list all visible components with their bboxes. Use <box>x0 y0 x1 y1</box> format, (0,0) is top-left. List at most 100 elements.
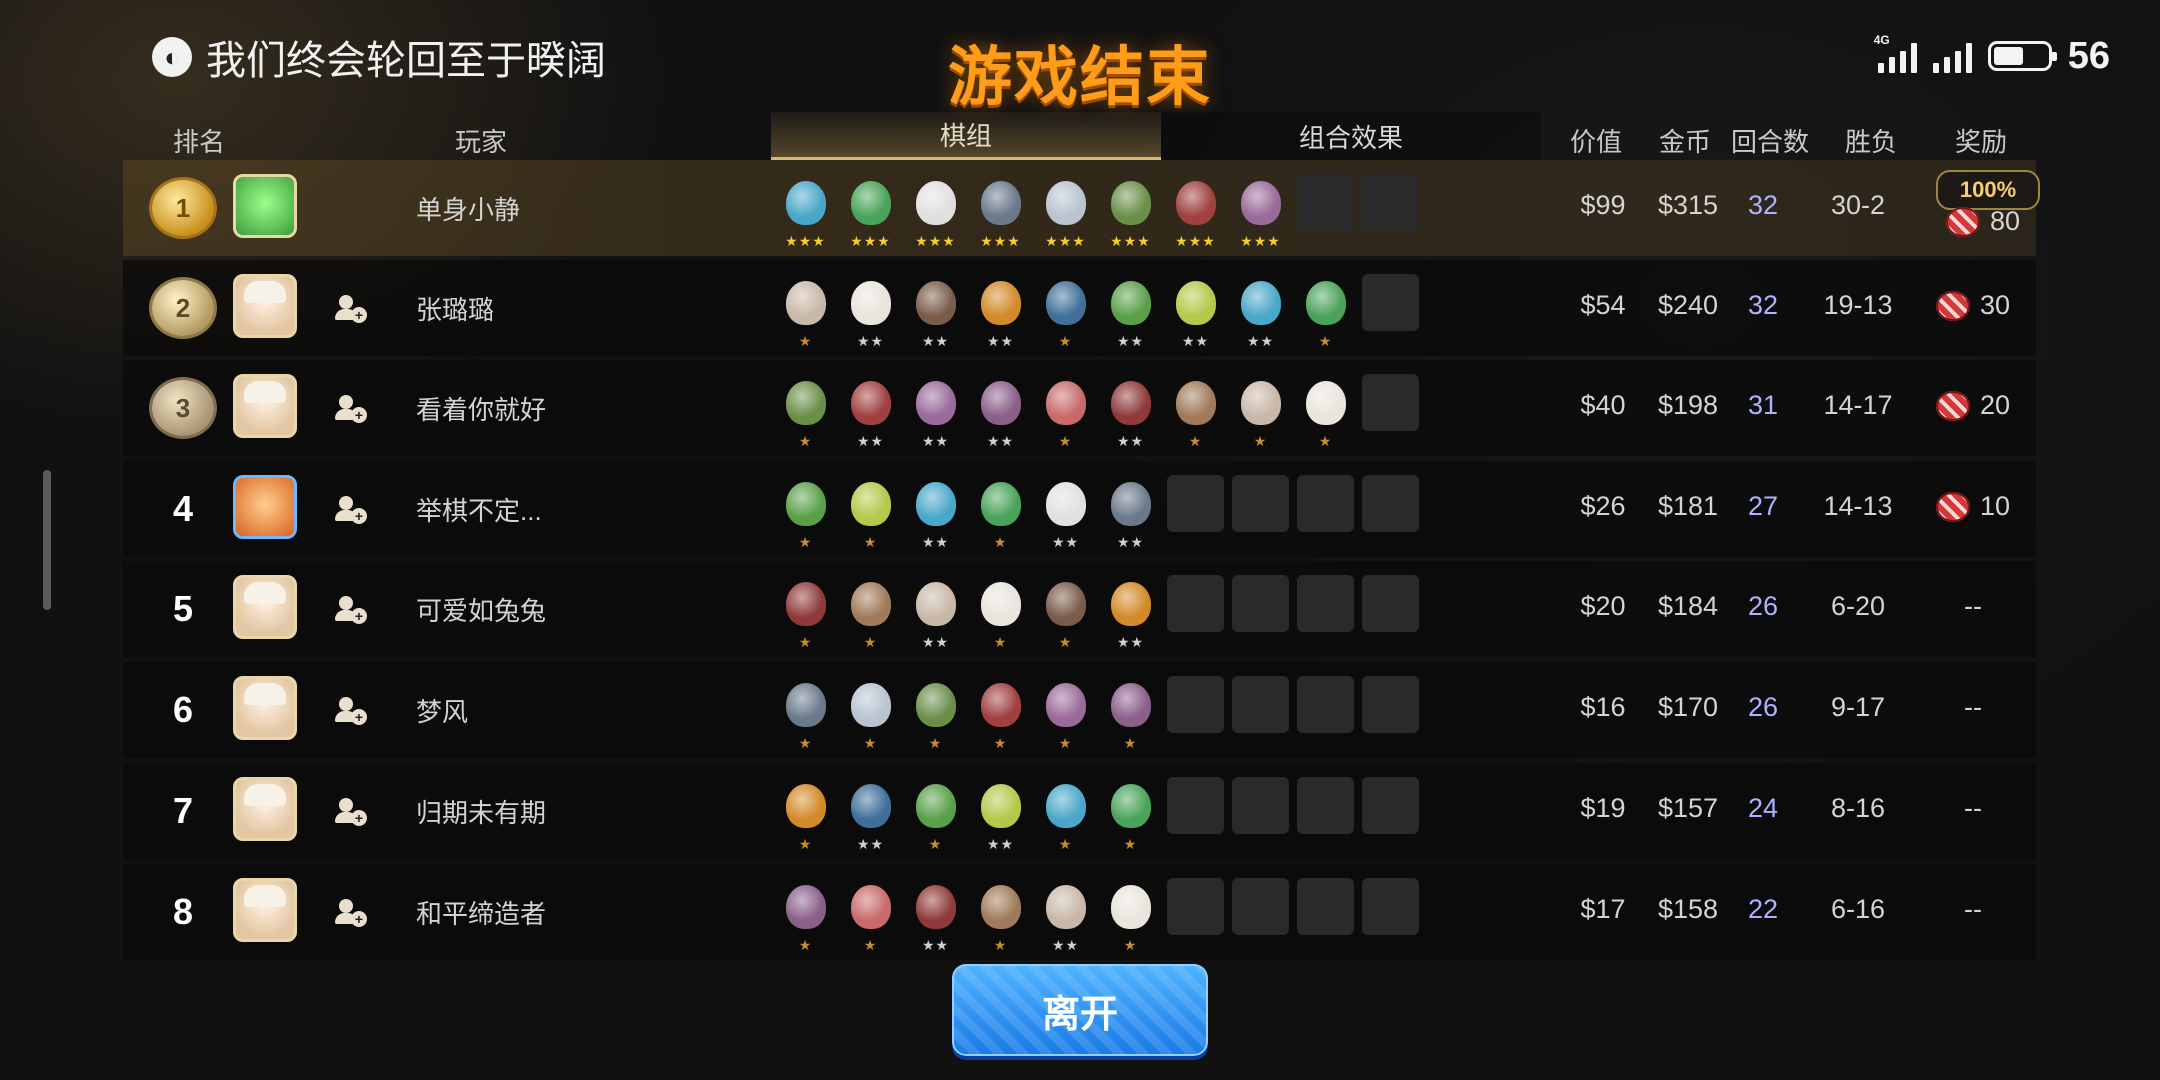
reward-value: -- <box>1964 692 1982 722</box>
chess-piece-icon[interactable]: ★★ <box>1167 274 1224 352</box>
chess-piece-icon[interactable]: ★ <box>777 274 834 352</box>
chess-piece-icon[interactable]: ★ <box>1037 374 1094 452</box>
mobile-signal-icon: 4G <box>1874 33 1917 73</box>
table-row[interactable]: 5 + 可爱如兔兔 ★ ★ ★★ ★ ★ ★★ $20 $184 26 6-20 -- <box>123 561 2036 657</box>
chess-piece-icon[interactable]: ★ <box>907 777 964 855</box>
reward-value: -- <box>1964 793 1982 823</box>
empty-slot <box>1232 878 1289 956</box>
star-level: ★★★ <box>850 233 891 249</box>
add-friend-icon[interactable]: + <box>335 493 367 524</box>
avatar[interactable] <box>233 777 297 841</box>
chess-piece-icon[interactable]: ★ <box>1102 777 1159 855</box>
star-level: ★★ <box>1246 333 1275 349</box>
star-level: ★★ <box>856 433 885 449</box>
chess-piece-icon[interactable]: ★★ <box>1102 374 1159 452</box>
add-friend-icon[interactable]: + <box>335 292 367 323</box>
tab-board[interactable]: 棋组 <box>771 112 1161 160</box>
chess-piece-icon[interactable]: ★★ <box>1102 575 1159 653</box>
chess-piece-icon[interactable]: ★ <box>1037 575 1094 653</box>
tab-synergy[interactable]: 组合效果 <box>1161 112 1541 160</box>
chess-piece-icon[interactable]: ★ <box>972 676 1029 754</box>
chess-piece-icon[interactable]: ★★★ <box>842 174 899 252</box>
add-friend-icon[interactable]: + <box>335 896 367 927</box>
chess-piece-icon[interactable]: ★ <box>1102 676 1159 754</box>
chess-piece-icon[interactable]: ★ <box>842 878 899 956</box>
chess-piece-icon[interactable]: ★★ <box>972 274 1029 352</box>
avatar[interactable] <box>233 274 297 338</box>
chess-piece-icon[interactable]: ★★★ <box>1167 174 1224 252</box>
table-row[interactable]: 3 + 看着你就好 ★ ★★ ★★ ★★ ★ ★★ ★ ★ ★ $40 $198 31 14-1… <box>123 360 2036 456</box>
chess-piece-icon[interactable]: ★★ <box>907 374 964 452</box>
chess-piece-icon[interactable]: ★★ <box>1102 274 1159 352</box>
chess-piece-icon[interactable]: ★★ <box>1037 475 1094 553</box>
chess-piece-icon[interactable]: ★ <box>1037 777 1094 855</box>
chess-piece-icon[interactable]: ★★★ <box>1232 174 1289 252</box>
chess-piece-icon[interactable]: ★ <box>972 475 1029 553</box>
table-row[interactable]: 7 + 归期未有期 ★ ★★ ★ ★★ ★ ★ $19 $157 24 8-16 -- <box>123 763 2036 859</box>
star-level: ★ <box>798 735 813 751</box>
win-loss-cell: 6-20 <box>1830 591 1886 621</box>
chess-piece-icon[interactable]: ★★ <box>972 777 1029 855</box>
avatar[interactable] <box>233 174 297 238</box>
side-drawer-handle[interactable] <box>43 470 51 610</box>
chess-piece-icon[interactable]: ★ <box>777 777 834 855</box>
chess-piece-icon[interactable]: ★ <box>907 676 964 754</box>
chess-piece-icon[interactable]: ★★ <box>1102 475 1159 553</box>
player-name: 梦风 <box>416 697 469 727</box>
chess-piece-icon[interactable]: ★ <box>1232 374 1289 452</box>
star-level: ★★ <box>921 333 950 349</box>
chess-piece-icon[interactable]: ★★★ <box>1102 174 1159 252</box>
chess-piece-icon[interactable]: ★★ <box>1232 274 1289 352</box>
chess-piece-icon[interactable]: ★★ <box>1037 878 1094 956</box>
table-row[interactable]: 1 单身小静 ★★★ ★★★ ★★★ ★★★ ★★★ ★★★ ★★★ ★★★ $99 $315… <box>123 160 2040 256</box>
chess-piece-icon[interactable]: ★ <box>1297 274 1354 352</box>
chess-piece-icon[interactable]: ★★★ <box>777 174 834 252</box>
chess-piece-icon[interactable]: ★ <box>777 374 834 452</box>
chess-piece-icon[interactable]: ★ <box>1167 374 1224 452</box>
avatar[interactable] <box>233 575 297 639</box>
chess-piece-icon[interactable]: ★ <box>1037 274 1094 352</box>
star-level: ★ <box>928 735 943 751</box>
chess-piece-icon[interactable]: ★★ <box>842 274 899 352</box>
chess-piece-icon[interactable]: ★★★ <box>907 174 964 252</box>
chess-piece-icon[interactable]: ★★ <box>842 374 899 452</box>
chess-piece-icon[interactable]: ★ <box>777 878 834 956</box>
avatar[interactable] <box>233 374 297 438</box>
chess-piece-icon[interactable]: ★ <box>777 475 834 553</box>
rounds-cell: 32 <box>1747 290 1779 320</box>
avatar[interactable] <box>233 475 297 539</box>
table-row[interactable]: 8 + 和平缔造者 ★ ★ ★★ ★ ★★ ★ $17 $158 22 6-16 -- <box>123 864 2036 960</box>
chess-piece-icon[interactable]: ★★ <box>972 374 1029 452</box>
chess-piece-icon[interactable]: ★ <box>777 575 834 653</box>
chess-piece-icon[interactable]: ★★ <box>907 575 964 653</box>
chess-piece-icon[interactable]: ★ <box>972 575 1029 653</box>
add-friend-icon[interactable]: + <box>335 795 367 826</box>
avatar[interactable] <box>233 676 297 740</box>
chess-piece-icon[interactable]: ★ <box>972 878 1029 956</box>
chess-piece-icon[interactable]: ★ <box>842 676 899 754</box>
add-friend-icon[interactable]: + <box>335 593 367 624</box>
chess-piece-icon[interactable]: ★ <box>842 475 899 553</box>
chess-piece-icon[interactable]: ★ <box>777 676 834 754</box>
chess-piece-icon[interactable]: ★ <box>842 575 899 653</box>
add-friend-icon[interactable]: + <box>335 694 367 725</box>
avatar[interactable] <box>233 878 297 942</box>
table-row[interactable]: 4 + 举棋不定... ★ ★ ★★ ★ ★★ ★★ $26 $181 27 14-13 … <box>123 461 2036 557</box>
chess-piece-icon[interactable]: ★ <box>1297 374 1354 452</box>
star-level: ★ <box>1058 735 1073 751</box>
chess-piece-icon[interactable]: ★★ <box>907 475 964 553</box>
chess-piece-icon[interactable]: ★★ <box>907 878 964 956</box>
chess-piece-icon[interactable]: ★ <box>1102 878 1159 956</box>
empty-slot <box>1297 475 1354 553</box>
chess-piece-icon[interactable]: ★ <box>1037 676 1094 754</box>
table-row[interactable]: 6 + 梦风 ★ ★ ★ ★ ★ ★ $16 $170 26 9-17 -- <box>123 662 2036 758</box>
star-level: ★★ <box>986 333 1015 349</box>
chess-piece-icon[interactable]: ★★ <box>842 777 899 855</box>
chess-piece-icon[interactable]: ★★★ <box>972 174 1029 252</box>
table-row[interactable]: 2 + 张璐璐 ★ ★★ ★★ ★★ ★ ★★ ★★ ★★ ★ $54 $240 32 19-1… <box>123 260 2036 356</box>
add-friend-icon[interactable]: + <box>335 392 367 423</box>
leave-button[interactable]: 离开 <box>952 964 1208 1056</box>
star-level: ★ <box>993 937 1008 953</box>
chess-piece-icon[interactable]: ★★★ <box>1037 174 1094 252</box>
chess-piece-icon[interactable]: ★★ <box>907 274 964 352</box>
